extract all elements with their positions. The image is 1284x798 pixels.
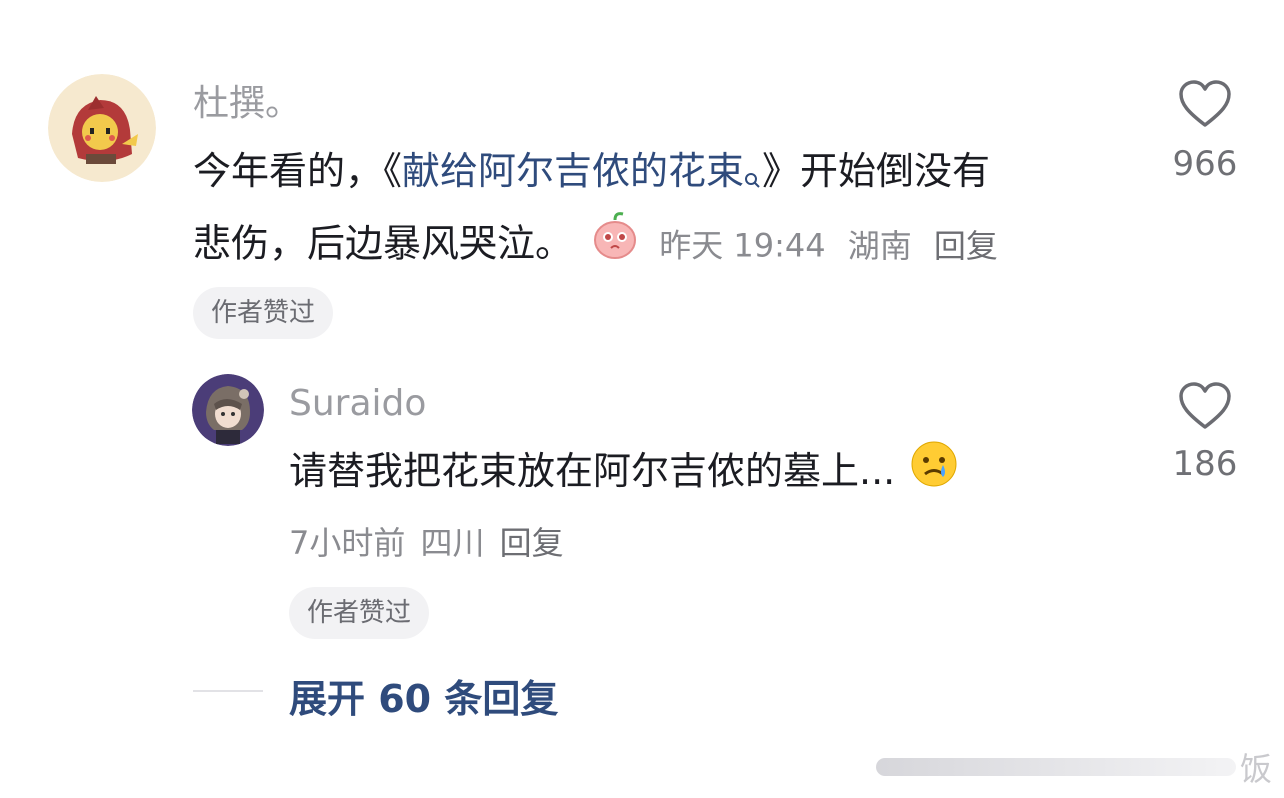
like-count: 186 (1172, 444, 1238, 484)
like-button[interactable]: 966 (1145, 80, 1265, 184)
comment-location: 湖南 (847, 226, 912, 265)
reply-location: 四川 (420, 524, 485, 562)
heart-icon[interactable] (1178, 382, 1232, 430)
avatar-user-1[interactable] (48, 74, 156, 182)
crying-peach-emoji-icon (589, 210, 641, 282)
watermark: 饭 (872, 744, 1272, 788)
reply-button[interactable]: 回复 (934, 227, 998, 265)
like-count: 966 (1172, 144, 1238, 184)
search-icon[interactable] (744, 144, 762, 210)
comment-username[interactable]: 杜撰。 (193, 84, 301, 124)
reply-button[interactable]: 回复 (500, 524, 564, 562)
watermark-bar (876, 758, 1236, 776)
comment-time: 昨天 19:44 (659, 226, 826, 265)
reply-text: 请替我把花束放在阿尔吉侬的墓上... (289, 449, 896, 493)
expand-replies-button[interactable]: 展开 60 条回复 (289, 668, 558, 723)
crying-face-emoji-icon (909, 439, 959, 509)
expand-divider (193, 690, 263, 692)
heart-icon[interactable] (1178, 80, 1232, 128)
comment-text-part: 今年看的，《 (193, 149, 403, 193)
like-button[interactable]: 186 (1145, 382, 1265, 484)
reply-time: 7小时前 (289, 524, 406, 562)
author-liked-badge: 作者赞过 (193, 287, 334, 339)
watermark-text: 饭 (1240, 750, 1273, 788)
work-link[interactable]: 献给阿尔吉侬的花束 (402, 149, 762, 193)
comment-text: 今年看的，《献给阿尔吉侬的花束 》开始倒没有 悲伤，后边暴风哭泣。 昨天 19:… (193, 138, 1113, 282)
author-liked-badge: 作者赞过 (289, 587, 430, 639)
avatar-user-2[interactable] (192, 374, 264, 446)
work-link-label[interactable]: 献给阿尔吉侬的花束 (402, 149, 744, 193)
reply-username[interactable]: Suraido (289, 384, 426, 424)
comment-text-line2: 悲伤，后边暴风哭泣。 (193, 221, 574, 266)
comment-text-part: 》开始倒没有 (762, 149, 991, 193)
reply-meta-row: 7小时前 四川 回复 (289, 518, 564, 564)
reply-text-row: 请替我把花束放在阿尔吉侬的墓上... (289, 438, 959, 509)
